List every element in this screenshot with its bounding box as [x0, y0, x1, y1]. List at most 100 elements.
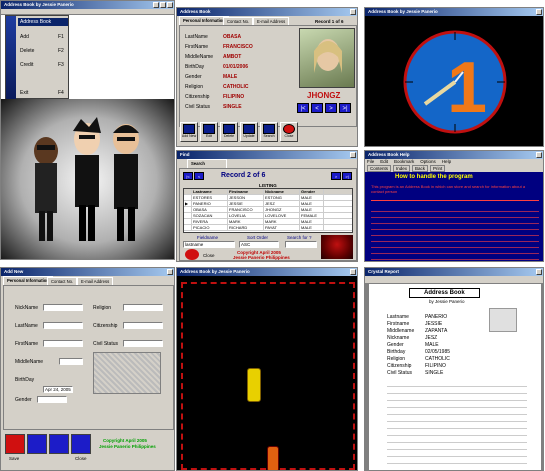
- report-value-gender: MALE: [425, 342, 439, 348]
- back-button[interactable]: Back: [412, 165, 429, 172]
- birthday-picker[interactable]: Apr 24, 2005: [43, 386, 73, 393]
- search-button[interactable]: Search: [260, 122, 278, 142]
- value-gender: MALE: [223, 74, 238, 80]
- countdown-digit: 1: [447, 48, 487, 128]
- tab-contact-no[interactable]: Contact No.: [47, 277, 78, 285]
- window-title: Address Book by Jessie Panerio: [1, 1, 174, 9]
- report-label-citizenship: Citizenship: [387, 363, 412, 369]
- label-firstname: FirstName: [15, 341, 39, 347]
- update-button[interactable]: Update: [240, 122, 258, 142]
- close-button[interactable]: [350, 9, 356, 15]
- report-label-civil-status: Civil Status: [387, 370, 413, 376]
- sort-order-select[interactable]: ASC: [239, 241, 279, 248]
- middlename-field[interactable]: [59, 358, 83, 365]
- firstname-field[interactable]: [43, 340, 83, 347]
- close-button[interactable]: [167, 2, 173, 8]
- report-photo: [489, 308, 517, 332]
- last-record-button[interactable]: >|: [339, 103, 351, 113]
- prev-record-button[interactable]: <: [194, 172, 204, 180]
- menu-item-address-book[interactable]: Address Book: [18, 18, 68, 26]
- edit-button[interactable]: Edit: [200, 122, 218, 142]
- tab-personal-information[interactable]: Personal Information: [3, 276, 53, 285]
- photo-placeholder: [93, 352, 161, 394]
- close-button[interactable]: [350, 269, 356, 275]
- dropdown-menu: Address Book Add Delete Credit Exit F1 F…: [5, 15, 69, 100]
- fieldname-label: Fieldname: [197, 235, 219, 240]
- add-new-button[interactable]: Add New: [180, 122, 198, 142]
- label-nickname: NickName: [15, 305, 39, 311]
- toolbar-button-3[interactable]: [49, 434, 69, 454]
- nickname-field[interactable]: [43, 304, 83, 311]
- last-record-button[interactable]: >|: [342, 172, 352, 180]
- close-search-button[interactable]: [185, 249, 199, 260]
- next-record-button[interactable]: >: [325, 103, 337, 113]
- close-button[interactable]: [350, 152, 356, 158]
- help-toolbar: Contents Index Back Print: [365, 165, 543, 172]
- menu-item-exit[interactable]: Exit: [20, 90, 28, 96]
- close-button[interactable]: [536, 152, 542, 158]
- search-icon: [263, 124, 275, 134]
- spiderman-image: [321, 235, 353, 259]
- report-page: Address Book by Jessie Panerio Lastname …: [369, 284, 541, 470]
- race-track-border: [181, 282, 355, 470]
- contents-button[interactable]: Contents: [367, 165, 392, 172]
- table-row[interactable]: PICACIO RICHARD PAYAT MALE: [184, 225, 352, 231]
- shortcut-f3: F3: [58, 62, 64, 68]
- records-grid[interactable]: Lastname Firstname Nickname Gender ESTORES J…: [183, 188, 353, 233]
- maximize-button[interactable]: [160, 2, 166, 8]
- caricature-illustration: [34, 117, 139, 241]
- close-icon: [283, 124, 295, 134]
- first-record-button[interactable]: |<: [183, 172, 193, 180]
- report-value-civil-status: SINGLE: [425, 370, 444, 376]
- sort-order-label: Sort Order: [247, 235, 269, 240]
- close-button[interactable]: [71, 434, 91, 454]
- close-form-button[interactable]: Close: [280, 122, 298, 142]
- search-input[interactable]: [285, 241, 317, 248]
- menu-item-add[interactable]: Add: [20, 34, 29, 40]
- close-button[interactable]: [536, 269, 542, 275]
- close-button[interactable]: [536, 9, 542, 15]
- menu-item-delete[interactable]: Delete: [20, 48, 34, 54]
- window-title: Find: [177, 151, 357, 159]
- shortcut-f4: F4: [58, 90, 64, 96]
- toolbar-button-2[interactable]: [27, 434, 47, 454]
- help-window: Address Book Help File Edit Bookmark Opt…: [364, 150, 544, 262]
- minimize-button[interactable]: [153, 2, 159, 8]
- prev-record-button[interactable]: <: [311, 103, 323, 113]
- report-value-birthday: 02/05/1985: [425, 349, 451, 355]
- civil-status-field[interactable]: [123, 340, 163, 347]
- tab-search[interactable]: Search: [187, 159, 227, 168]
- next-record-button[interactable]: >: [331, 172, 341, 180]
- help-text: This program is an Address Book in which…: [371, 184, 526, 194]
- fieldname-select[interactable]: lastname: [183, 241, 235, 248]
- report-value-middlename: ZAPANTA: [425, 328, 448, 334]
- label-middlename: MiddleName: [15, 359, 44, 365]
- window-title: Address Book by Jessie Panerio: [177, 268, 357, 276]
- close-label: Close: [75, 456, 87, 461]
- main-menu-window: Address Book by Jessie Panerio Address B…: [0, 0, 175, 260]
- label-firstname: FirstName: [185, 44, 209, 50]
- lastname-field[interactable]: [43, 322, 83, 329]
- delete-button[interactable]: Delete: [220, 122, 238, 142]
- tab-personal-information[interactable]: Personal Information: [179, 16, 229, 25]
- menu-item-credit[interactable]: Credit: [20, 62, 33, 68]
- tab-contact-no[interactable]: Contact No.: [223, 17, 254, 25]
- index-button[interactable]: Index: [393, 165, 411, 172]
- save-button[interactable]: [5, 434, 25, 454]
- window-title: Crystal Report: [365, 268, 543, 276]
- religion-field[interactable]: [123, 304, 163, 311]
- report-label-lastname: Lastname: [387, 314, 409, 320]
- close-button[interactable]: [167, 269, 173, 275]
- label-birthday: BirthDay: [15, 377, 35, 383]
- screenshot-collage: Address Book by Jessie Panerio Address B…: [0, 0, 545, 471]
- tab-email-address[interactable]: E-mail Address: [77, 277, 114, 285]
- tab-email-address[interactable]: E-mail Address: [253, 17, 290, 25]
- first-record-button[interactable]: |<: [297, 103, 309, 113]
- window-title: Address Book: [177, 8, 357, 16]
- print-button[interactable]: Print: [430, 165, 446, 172]
- citizenship-field[interactable]: [123, 322, 163, 329]
- gender-select[interactable]: [37, 396, 67, 403]
- value-middlename: AMBOT: [223, 54, 242, 60]
- report-value-religion: CATHOLIC: [425, 356, 450, 362]
- label-lastname: LastName: [15, 323, 38, 329]
